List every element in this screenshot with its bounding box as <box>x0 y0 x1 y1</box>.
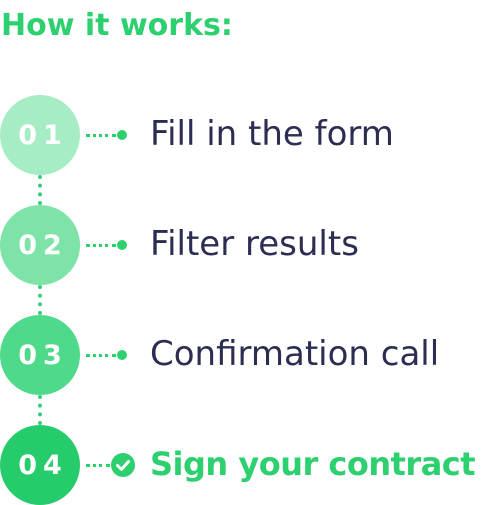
step-connector-dots <box>86 244 116 247</box>
step-label: Confirmation call <box>150 334 440 374</box>
step-number-circle: 02 <box>0 205 80 285</box>
how-it-works-title: How it works: <box>1 8 233 43</box>
step-number-circle: 01 <box>0 95 80 175</box>
step-label: Fill in the form <box>150 114 394 154</box>
step-number-circle: 03 <box>0 315 80 395</box>
step-number-circle: 04 <box>0 425 80 505</box>
vertical-connector-2 <box>38 285 42 315</box>
check-icon <box>111 453 135 477</box>
step-dot-marker <box>117 130 127 140</box>
step-label: Filter results <box>150 224 359 264</box>
step-dot-marker <box>117 350 127 360</box>
step-connector-dots <box>86 464 110 467</box>
vertical-connector-1 <box>38 175 42 205</box>
vertical-connector-3 <box>38 395 42 425</box>
step-label-active: Sign your contract <box>150 445 476 483</box>
step-connector-dots <box>86 354 116 357</box>
step-dot-marker <box>117 240 127 250</box>
step-connector-dots <box>86 134 116 137</box>
